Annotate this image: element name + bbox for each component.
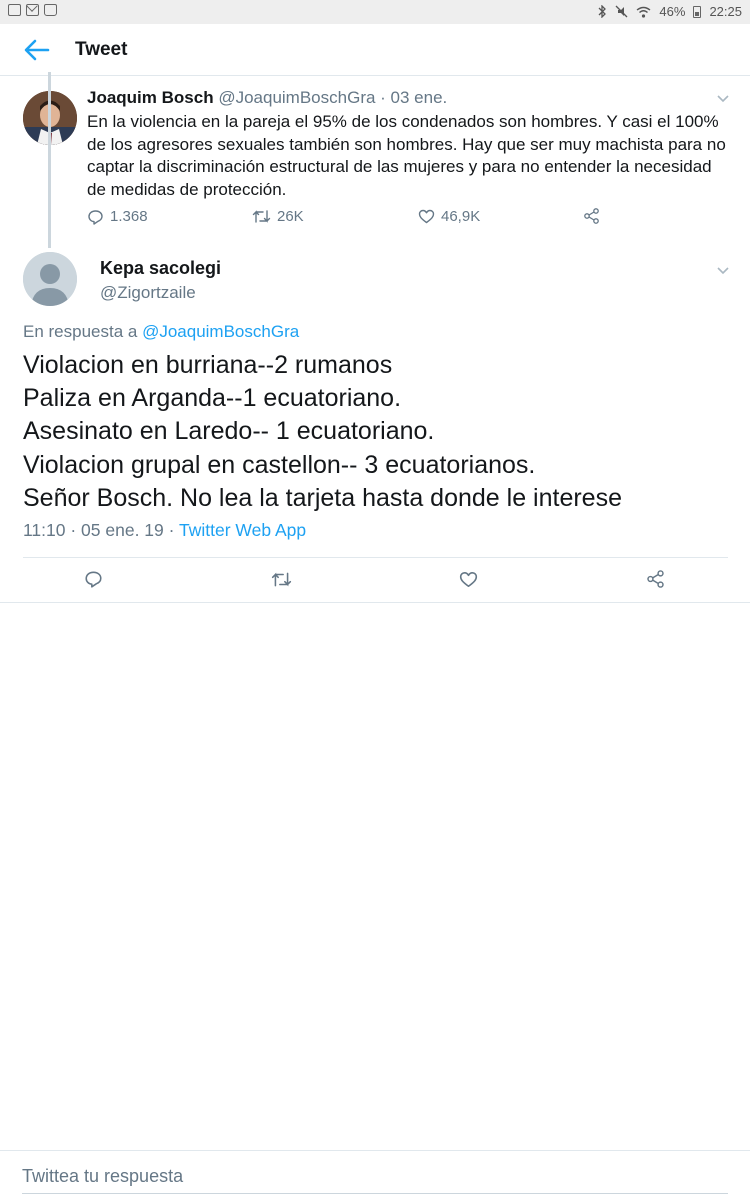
retweet-icon — [271, 572, 292, 587]
back-arrow-icon — [24, 39, 50, 61]
author-name[interactable]: Joaquim Bosch — [87, 88, 214, 107]
chevron-down-icon[interactable] — [716, 92, 730, 106]
bluetooth-icon — [598, 5, 607, 18]
status-right: 46% 22:25 — [597, 4, 742, 19]
status-left-icons — [8, 4, 57, 16]
retweet-button[interactable] — [271, 571, 292, 588]
in-reply-label: En respuesta a — [23, 322, 143, 341]
reply-icon — [88, 209, 103, 225]
input-underline — [22, 1193, 728, 1194]
tweet-text: En la violencia en la pareja el 95% de l… — [87, 112, 726, 199]
reply-composer: Twittea tu respuesta — [0, 1150, 750, 1200]
tweet-text-line: Paliza en Arganda--1 ecuatoriano. — [23, 384, 402, 413]
image-icon — [8, 4, 21, 16]
heart-icon — [459, 572, 478, 587]
share-button[interactable] — [583, 208, 600, 224]
retweet-button[interactable]: 26K — [252, 208, 304, 225]
avatar[interactable] — [23, 252, 77, 306]
author-handle[interactable]: @JoaquimBoschGra — [218, 88, 375, 107]
divider — [0, 602, 750, 603]
divider — [23, 557, 728, 558]
tweet-date: · 03 ene. — [375, 88, 448, 107]
mail-icon — [26, 4, 39, 16]
chevron-down-icon[interactable] — [716, 264, 730, 278]
tweet-text: Violacion en burriana--2 rumanos Paliza … — [23, 349, 733, 515]
tweet-text-line: Asesinato en Laredo-- 1 ecuatoriano. — [23, 417, 435, 446]
retweet-count: 26K — [277, 208, 304, 225]
tweet-text-line: Señor Bosch. No lea la tarjeta hasta don… — [23, 483, 622, 512]
author-name[interactable]: Kepa sacolegi — [100, 258, 221, 279]
tweet-metadata: 11:10 · 05 ene. 19 · Twitter Web App — [23, 520, 306, 541]
like-count: 46,9K — [441, 208, 481, 225]
back-button[interactable] — [22, 36, 52, 64]
battery-percent: 46% — [659, 4, 686, 19]
like-button[interactable] — [459, 571, 478, 588]
reply-icon — [85, 571, 102, 588]
reply-count: 1.368 — [110, 208, 148, 225]
reply-button[interactable]: 1.368 — [87, 208, 148, 225]
parent-tweet-header: Joaquim Bosch @JoaquimBoschGra · 03 ene. — [87, 88, 447, 108]
top-app-bar: Tweet — [0, 24, 750, 76]
wifi-icon — [636, 6, 651, 18]
in-reply-to: En respuesta a @JoaquimBoschGra — [23, 322, 299, 342]
tweet-text-line: Violacion en burriana--2 rumanos — [23, 351, 393, 379]
default-profile-icon — [23, 252, 77, 306]
reply-button[interactable] — [84, 570, 103, 588]
like-button[interactable]: 46,9K — [418, 208, 480, 225]
source-app-link[interactable]: Twitter Web App — [179, 520, 306, 540]
reply-input[interactable]: Twittea tu respuesta — [22, 1166, 183, 1187]
mute-icon — [615, 5, 628, 18]
heart-icon — [418, 209, 435, 224]
battery-icon — [693, 5, 702, 18]
parent-tweet[interactable]: Joaquim Bosch @JoaquimBoschGra · 03 ene.… — [0, 76, 750, 246]
retweet-icon — [252, 210, 271, 223]
shopping-bag-icon — [44, 4, 57, 16]
tweet-timestamp: 11:10 · 05 ene. 19 · — [23, 520, 179, 540]
share-icon — [584, 208, 599, 224]
thread-connector — [48, 72, 51, 248]
status-bar: 46% 22:25 — [0, 0, 750, 24]
page-title: Tweet — [75, 39, 128, 60]
reply-mention-link[interactable]: @JoaquimBoschGra — [142, 322, 299, 341]
author-handle[interactable]: @Zigortzaile — [100, 283, 196, 303]
clock: 22:25 — [709, 4, 742, 19]
share-button[interactable] — [646, 570, 665, 588]
tweet-text-line: Violacion grupal en castellon-- 3 ecuato… — [23, 450, 536, 479]
share-icon — [647, 570, 664, 588]
tweet-actions — [0, 568, 750, 594]
